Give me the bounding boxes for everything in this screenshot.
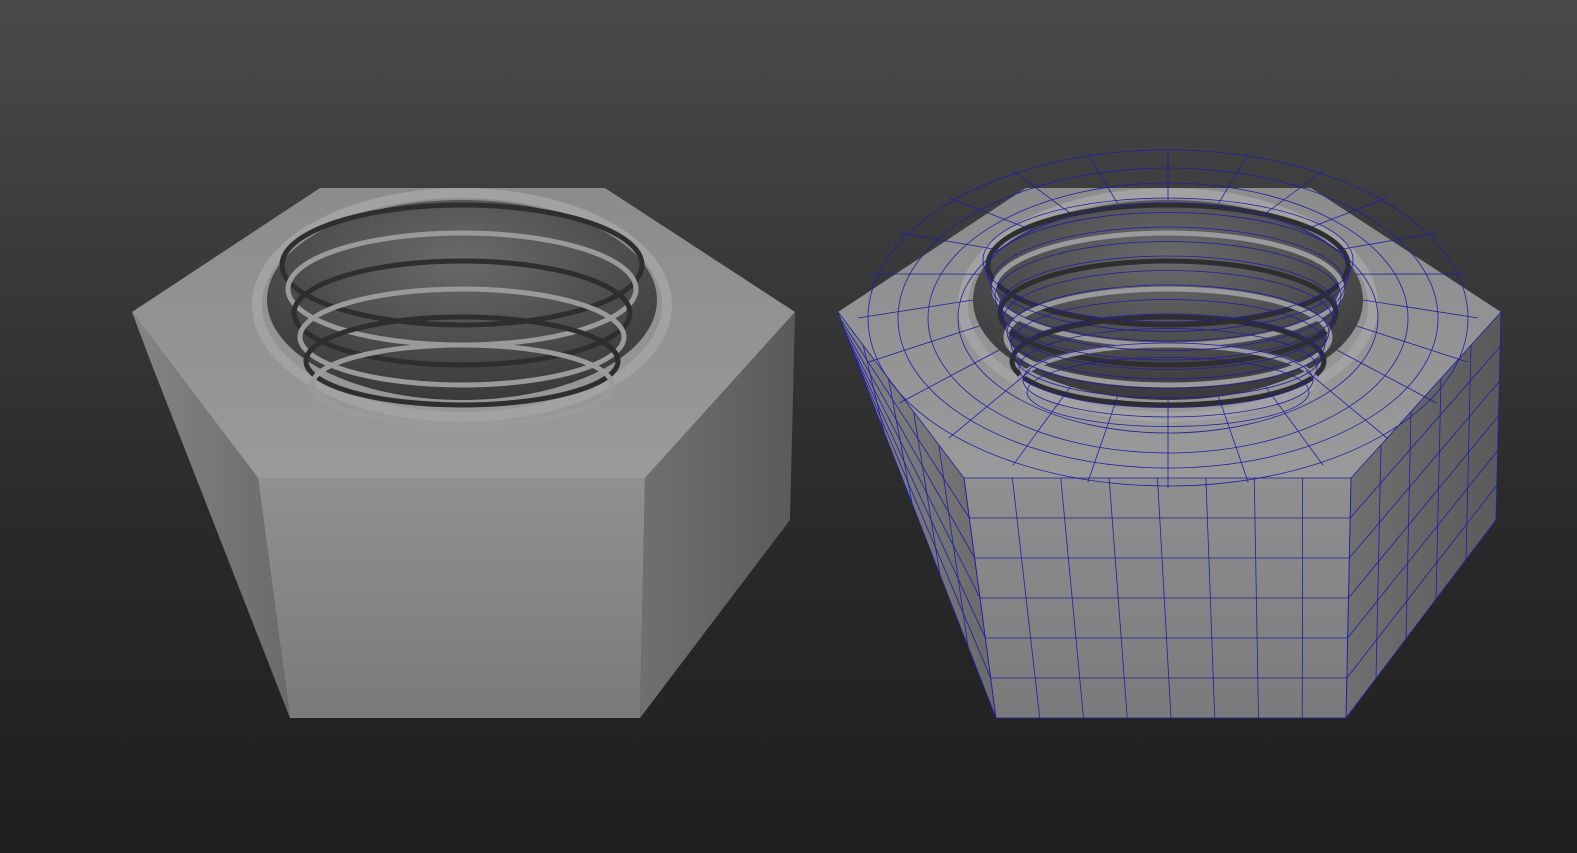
hex-nut-shaded[interactable] bbox=[132, 188, 795, 718]
nut-front-face bbox=[258, 478, 645, 718]
viewport[interactable] bbox=[0, 0, 1577, 853]
hex-nut-wireframe[interactable] bbox=[837, 148, 1502, 719]
